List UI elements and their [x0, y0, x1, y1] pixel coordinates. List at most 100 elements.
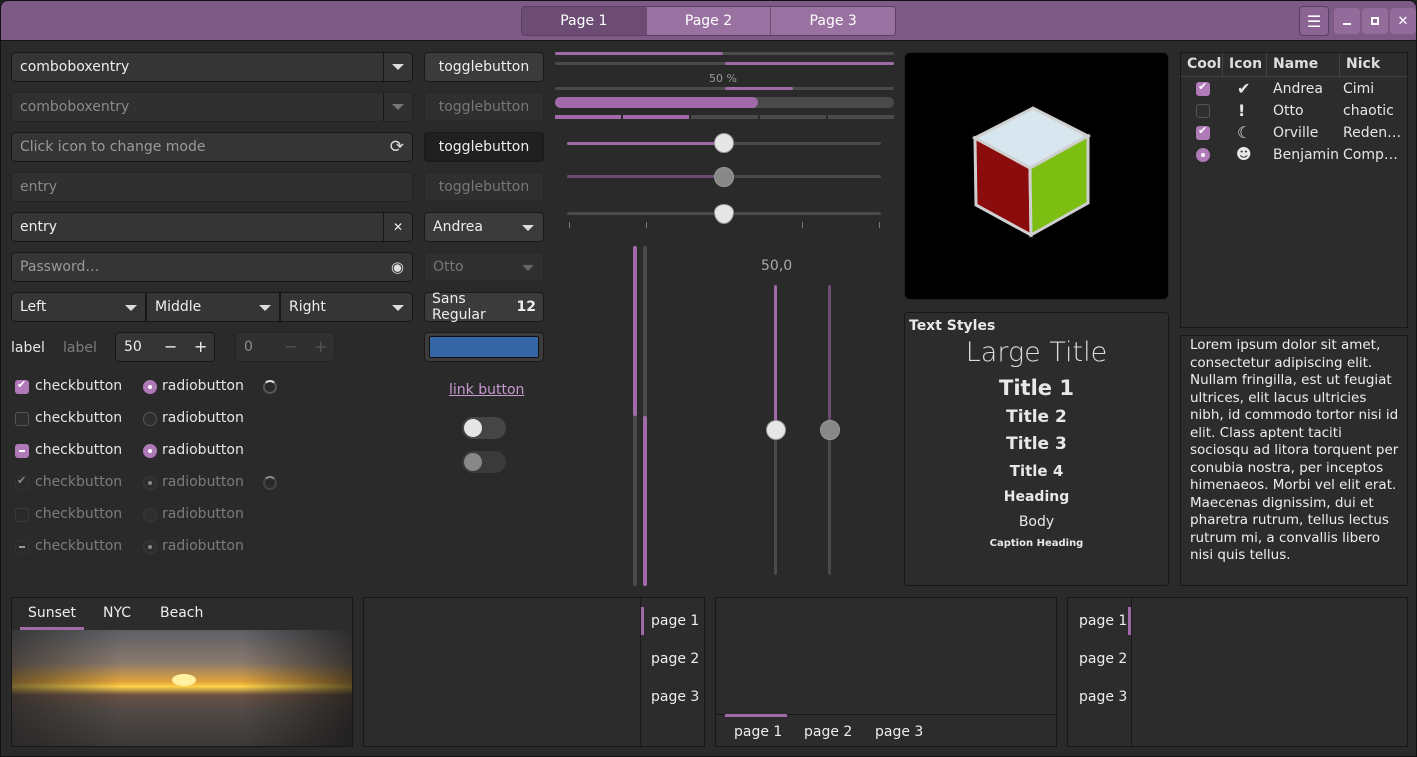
row-name: Otto: [1273, 103, 1304, 119]
cool-checkbox[interactable]: ✔: [1196, 80, 1210, 96]
mode-entry-placeholder: Click icon to change mode: [20, 139, 206, 155]
checkbox-unchecked[interactable]: [15, 412, 29, 426]
vertical-progress: [633, 246, 637, 586]
tab-page-3[interactable]: page 3: [651, 689, 699, 705]
radio-unselected[interactable]: [143, 412, 157, 426]
table-row[interactable]: ✔ ✔ Andrea Cimi: [1181, 79, 1407, 101]
check-icon: ✔: [1198, 80, 1208, 93]
column-name[interactable]: Name: [1267, 53, 1340, 76]
chevron-down-icon: [522, 265, 534, 271]
tab-indicator: [641, 607, 644, 635]
tab-page-1[interactable]: Page 1: [522, 7, 647, 35]
text-styles-heading: Text Styles: [909, 318, 996, 334]
close-button[interactable]: ✕: [1390, 8, 1416, 34]
toggle-button[interactable]: togglebutton: [424, 52, 544, 82]
combo-right[interactable]: Right: [280, 292, 413, 322]
scale-knob[interactable]: [714, 204, 734, 224]
tab-indicator: [725, 714, 787, 717]
progress-bar-pulse: [555, 87, 894, 90]
tree-view: Cool Icon Name Nick ✔ ✔ Andrea Cimi ! Ot…: [1180, 52, 1408, 328]
plus-icon[interactable]: +: [194, 337, 207, 356]
scale-fill: [828, 285, 831, 430]
minus-icon[interactable]: −: [164, 337, 177, 356]
title-1: Title 1: [999, 376, 1074, 400]
text-view[interactable]: Lorem ipsum dolor sit amet, consectetur …: [1180, 335, 1408, 586]
font-name: Sans Regular: [432, 291, 486, 323]
table-row[interactable]: ✔ ☾ Orville Reden…: [1181, 123, 1407, 145]
tab-page-1[interactable]: page 1: [651, 613, 699, 629]
spin-button[interactable]: 50 − +: [115, 332, 215, 362]
refresh-icon[interactable]: ⟳: [390, 137, 404, 157]
tab-page-2[interactable]: Page 2: [646, 7, 772, 35]
table-row[interactable]: ☻ Benjamin Comp…: [1181, 145, 1407, 167]
plus-icon: +: [314, 337, 328, 356]
main-window: Page 1 Page 2 Page 3 ☰ ✕ comboboxentry c…: [0, 0, 1417, 757]
spin-value: 50: [124, 339, 142, 355]
tab-page-2[interactable]: page 2: [804, 724, 852, 740]
column-nick[interactable]: Nick: [1340, 53, 1407, 76]
tab-page-1[interactable]: page 1: [734, 724, 782, 740]
checkbox-disabled: [15, 508, 29, 522]
large-title: Large Title: [965, 337, 1108, 368]
column-icon[interactable]: Icon: [1223, 53, 1267, 76]
eye-icon[interactable]: ◉: [391, 258, 404, 276]
tab-nyc[interactable]: NYC: [103, 605, 131, 621]
cool-checkbox[interactable]: [1196, 104, 1210, 118]
close-icon: ✕: [1397, 13, 1409, 29]
mode-entry[interactable]: Click icon to change mode ⟳: [11, 132, 413, 162]
toggle-button-active[interactable]: togglebutton: [424, 132, 544, 162]
spinner-icon: [263, 380, 277, 394]
tab-page-3[interactable]: page 3: [1079, 689, 1127, 705]
cool-radio[interactable]: [1196, 148, 1210, 162]
moon-icon: ☾: [1237, 123, 1252, 142]
checkbutton-label-disabled: checkbutton: [35, 506, 123, 522]
header-bar: Page 1 Page 2 Page 3 ☰ ✕: [1, 1, 1416, 41]
tab-page-1[interactable]: page 1: [1079, 613, 1127, 629]
combobox-entry-disabled: comboboxentry: [11, 92, 413, 122]
tab-page-3[interactable]: page 3: [875, 724, 923, 740]
tab-page-3[interactable]: Page 3: [771, 7, 895, 35]
entry-field[interactable]: entry ✕: [11, 212, 413, 242]
check-icon: ✔: [17, 378, 27, 391]
color-button[interactable]: [424, 332, 544, 362]
combo-left[interactable]: Left: [11, 292, 146, 322]
checkbox-disabled-mixed: [15, 540, 29, 554]
link-button[interactable]: link button: [449, 382, 524, 398]
combo-middle[interactable]: Middle: [146, 292, 280, 322]
column-cool[interactable]: Cool: [1181, 53, 1223, 76]
switch-off[interactable]: [462, 417, 506, 439]
row-name: Orville: [1273, 125, 1319, 141]
tab-page-2[interactable]: page 2: [651, 651, 699, 667]
combobox-drop-button[interactable]: [383, 53, 412, 81]
tab-sunset[interactable]: Sunset: [20, 605, 84, 621]
vertical-scale-knob[interactable]: [766, 420, 786, 440]
maximize-button[interactable]: [1362, 8, 1388, 34]
stack-switcher: Page 1 Page 2 Page 3: [521, 6, 896, 36]
cool-checkbox[interactable]: ✔: [1196, 124, 1210, 140]
combo-andrea[interactable]: Andrea: [424, 212, 544, 242]
level-bar-discrete: [555, 115, 895, 119]
vertical-scale-knob-disabled: [820, 420, 840, 440]
tab-page-2[interactable]: page 2: [1079, 651, 1127, 667]
radio-selected[interactable]: [143, 380, 157, 394]
progress-bar-top: [555, 52, 894, 55]
checkbox-checked[interactable]: ✔: [15, 378, 29, 394]
clear-button[interactable]: ✕: [383, 213, 412, 241]
spin-disabled-value: 0: [244, 339, 253, 355]
password-field[interactable]: Password… ◉: [11, 252, 413, 282]
checkbox-mixed[interactable]: [15, 444, 29, 458]
row-name: Benjamin: [1273, 147, 1339, 163]
minimize-button[interactable]: [1334, 8, 1360, 34]
check-icon: ✔: [17, 474, 27, 487]
robot-icon: ☻: [1236, 145, 1252, 163]
scale-fill: [774, 285, 777, 430]
combobox-entry[interactable]: comboboxentry: [11, 52, 413, 82]
radio-mixed[interactable]: [143, 444, 157, 458]
table-row[interactable]: ! Otto chaotic: [1181, 101, 1407, 123]
tab-beach[interactable]: Beach: [160, 605, 203, 621]
menu-button[interactable]: ☰: [1299, 6, 1329, 36]
row-nick: Cimi: [1343, 81, 1375, 97]
font-button[interactable]: Sans Regular 12: [424, 291, 544, 323]
scale-knob[interactable]: [714, 133, 734, 153]
radio-dot-icon: [148, 545, 152, 549]
